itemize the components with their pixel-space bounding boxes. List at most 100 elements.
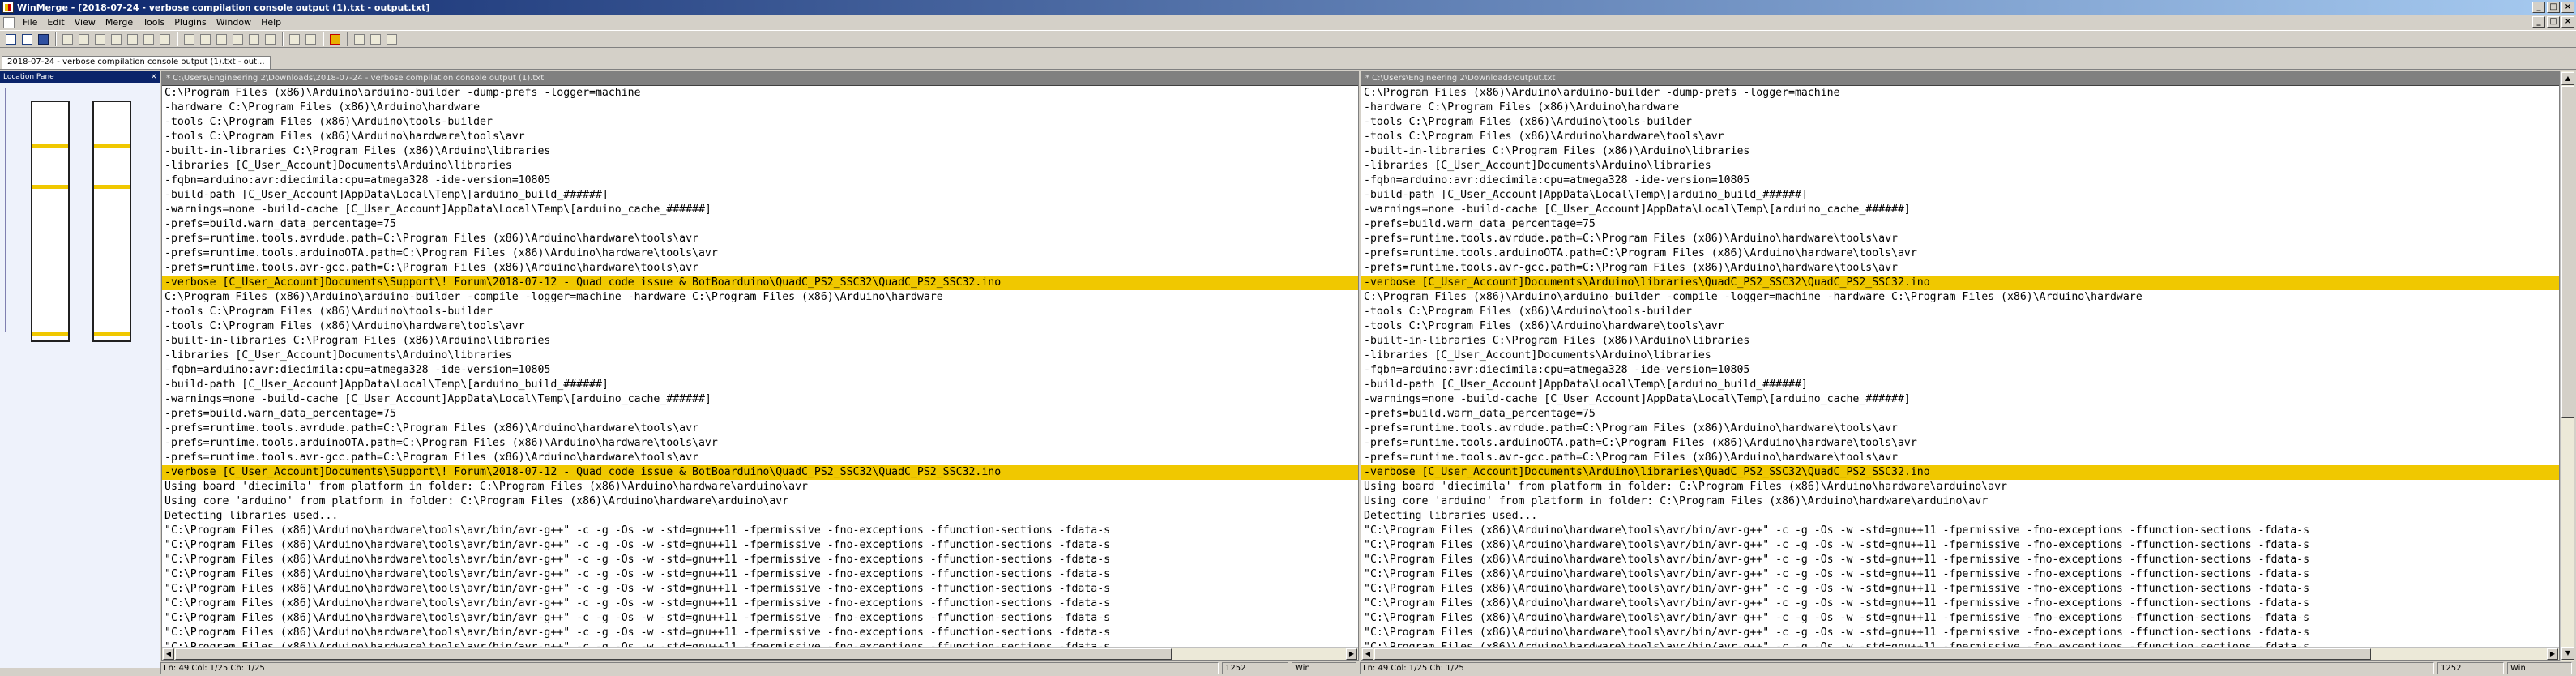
text-line[interactable]: -hardware C:\Program Files (x86)\Arduino… xyxy=(162,101,1358,115)
save-icon[interactable] xyxy=(36,32,50,46)
text-line[interactable]: -prefs=runtime.tools.arduinoOTA.path=C:\… xyxy=(162,436,1358,451)
menu-window[interactable]: Window xyxy=(211,17,256,28)
menu-help[interactable]: Help xyxy=(256,17,286,28)
scroll-thumb[interactable] xyxy=(175,648,1172,660)
text-line[interactable]: -warnings=none -build-cache [C_User_Acco… xyxy=(1361,203,2559,217)
left-text-area[interactable]: C:\Program Files (x86)\Arduino\arduino-b… xyxy=(162,86,1358,647)
text-line[interactable]: -build-path [C_User_Account]AppData\Loca… xyxy=(162,378,1358,392)
maximize-button[interactable]: □ xyxy=(2547,2,2560,13)
diff-line[interactable]: -verbose [C_User_Account]Documents\Suppo… xyxy=(162,276,1358,290)
copy-left-icon[interactable] xyxy=(198,32,212,46)
menu-tools[interactable]: Tools xyxy=(138,17,169,28)
text-line[interactable]: -tools C:\Program Files (x86)\Arduino\ha… xyxy=(162,319,1358,334)
text-line[interactable]: -tools C:\Program Files (x86)\Arduino\ha… xyxy=(162,130,1358,144)
mdi-minimize-button[interactable]: _ xyxy=(2532,16,2545,28)
text-line[interactable]: -prefs=runtime.tools.avr-gcc.path=C:\Pro… xyxy=(162,451,1358,465)
menu-plugins[interactable]: Plugins xyxy=(169,17,211,28)
undo-icon[interactable] xyxy=(60,32,75,46)
location-map[interactable] xyxy=(0,83,160,668)
current-diff-icon[interactable] xyxy=(125,32,139,46)
text-line[interactable]: -warnings=none -build-cache [C_User_Acco… xyxy=(1361,392,2559,407)
mdi-close-button[interactable]: × xyxy=(2561,16,2574,28)
text-line[interactable]: -tools C:\Program Files (x86)\Arduino\to… xyxy=(162,115,1358,130)
scroll-thumb[interactable] xyxy=(2561,86,2574,418)
diff-marker[interactable] xyxy=(32,185,68,189)
text-line[interactable]: -warnings=none -build-cache [C_User_Acco… xyxy=(162,203,1358,217)
text-line[interactable]: "C:\Program Files (x86)\Arduino\hardware… xyxy=(162,524,1358,538)
all-right-icon[interactable] xyxy=(246,32,261,46)
scroll-up-arrow-icon[interactable]: ▲ xyxy=(2561,72,2574,85)
text-line[interactable]: "C:\Program Files (x86)\Arduino\hardware… xyxy=(1361,640,2559,647)
vertical-scrollbar[interactable]: ▲ ▼ xyxy=(2560,71,2574,661)
diff-line[interactable]: -verbose [C_User_Account]Documents\Ardui… xyxy=(1361,465,2559,480)
text-line[interactable]: -libraries [C_User_Account]Documents\Ard… xyxy=(162,349,1358,363)
copy-left-advance-icon[interactable] xyxy=(230,32,245,46)
text-line[interactable]: -fqbn=arduino:avr:diecimila:cpu=atmega32… xyxy=(1361,363,2559,378)
text-line[interactable]: -fqbn=arduino:avr:diecimila:cpu=atmega32… xyxy=(1361,173,2559,188)
copy-right-icon[interactable] xyxy=(182,32,196,46)
redo-icon[interactable] xyxy=(76,32,91,46)
text-line[interactable]: "C:\Program Files (x86)\Arduino\hardware… xyxy=(162,567,1358,582)
close-button[interactable]: × xyxy=(2561,2,2574,13)
scroll-left-arrow-icon[interactable]: ◀ xyxy=(163,648,174,660)
location-pane-close-icon[interactable]: × xyxy=(151,71,157,83)
menu-edit[interactable]: Edit xyxy=(42,17,69,28)
text-line[interactable]: -build-path [C_User_Account]AppData\Loca… xyxy=(1361,378,2559,392)
text-line[interactable]: "C:\Program Files (x86)\Arduino\hardware… xyxy=(1361,582,2559,597)
menu-view[interactable]: View xyxy=(70,17,100,28)
text-line[interactable]: "C:\Program Files (x86)\Arduino\hardware… xyxy=(162,640,1358,647)
winmerge-app-icon[interactable] xyxy=(2,2,14,13)
scroll-left-arrow-icon[interactable]: ◀ xyxy=(1362,648,1373,660)
text-line[interactable]: -prefs=runtime.tools.avrdude.path=C:\Pro… xyxy=(162,232,1358,246)
diff-marker[interactable] xyxy=(32,144,68,148)
diff-marker[interactable] xyxy=(32,332,68,336)
text-line[interactable]: -prefs=runtime.tools.arduinoOTA.path=C:\… xyxy=(1361,436,2559,451)
left-horizontal-scrollbar[interactable]: ◀ ▶ xyxy=(162,647,1358,660)
menu-file[interactable]: File xyxy=(18,17,42,28)
diff-marker[interactable] xyxy=(94,332,130,336)
text-line[interactable]: "C:\Program Files (x86)\Arduino\hardware… xyxy=(1361,626,2559,640)
text-line[interactable]: -libraries [C_User_Account]Documents\Ard… xyxy=(1361,159,2559,173)
text-line[interactable]: "C:\Program Files (x86)\Arduino\hardware… xyxy=(162,538,1358,553)
new-icon[interactable] xyxy=(3,32,18,46)
first-diff-icon[interactable] xyxy=(92,32,107,46)
diff-marker[interactable] xyxy=(94,144,130,148)
refresh-icon[interactable] xyxy=(287,32,301,46)
text-line[interactable]: -fqbn=arduino:avr:diecimila:cpu=atmega32… xyxy=(162,173,1358,188)
text-line[interactable]: -prefs=runtime.tools.avr-gcc.path=C:\Pro… xyxy=(1361,261,2559,276)
minimize-button[interactable]: _ xyxy=(2532,2,2545,13)
text-line[interactable]: "C:\Program Files (x86)\Arduino\hardware… xyxy=(162,553,1358,567)
diff-marker[interactable] xyxy=(94,185,130,189)
copy-right-advance-icon[interactable] xyxy=(214,32,229,46)
text-line[interactable]: Detecting libraries used... xyxy=(162,509,1358,524)
text-line[interactable]: "C:\Program Files (x86)\Arduino\hardware… xyxy=(1361,597,2559,611)
scroll-down-arrow-icon[interactable]: ▼ xyxy=(2561,647,2574,660)
text-line[interactable]: "C:\Program Files (x86)\Arduino\hardware… xyxy=(162,611,1358,626)
text-line[interactable]: -tools C:\Program Files (x86)\Arduino\to… xyxy=(1361,305,2559,319)
next-file-icon[interactable] xyxy=(368,32,382,46)
text-line[interactable]: -prefs=runtime.tools.avrdude.path=C:\Pro… xyxy=(1361,232,2559,246)
text-line[interactable]: C:\Program Files (x86)\Arduino\arduino-b… xyxy=(1361,86,2559,101)
text-line[interactable]: "C:\Program Files (x86)\Arduino\hardware… xyxy=(162,597,1358,611)
all-left-icon[interactable] xyxy=(263,32,277,46)
mdi-restore-button[interactable]: □ xyxy=(2547,16,2560,28)
document-tab[interactable]: 2018-07-24 - verbose compilation console… xyxy=(2,56,271,69)
text-line[interactable]: -libraries [C_User_Account]Documents\Ard… xyxy=(1361,349,2559,363)
text-line[interactable]: -tools C:\Program Files (x86)\Arduino\ha… xyxy=(1361,130,2559,144)
text-line[interactable]: "C:\Program Files (x86)\Arduino\hardware… xyxy=(1361,538,2559,553)
text-line[interactable]: C:\Program Files (x86)\Arduino\arduino-b… xyxy=(162,86,1358,101)
text-line[interactable]: -tools C:\Program Files (x86)\Arduino\ha… xyxy=(1361,319,2559,334)
text-line[interactable]: -prefs=runtime.tools.avrdude.path=C:\Pro… xyxy=(1361,421,2559,436)
text-line[interactable]: -prefs=build.warn_data_percentage=75 xyxy=(1361,407,2559,421)
text-line[interactable]: -warnings=none -build-cache [C_User_Acco… xyxy=(162,392,1358,407)
text-line[interactable]: -prefs=runtime.tools.avr-gcc.path=C:\Pro… xyxy=(162,261,1358,276)
text-line[interactable]: "C:\Program Files (x86)\Arduino\hardware… xyxy=(1361,553,2559,567)
text-line[interactable]: -prefs=build.warn_data_percentage=75 xyxy=(1361,217,2559,232)
location-pane-icon[interactable] xyxy=(327,32,342,46)
last-diff-icon[interactable] xyxy=(157,32,172,46)
scroll-thumb[interactable] xyxy=(1374,648,2371,660)
right-horizontal-scrollbar[interactable]: ◀ ▶ xyxy=(1361,647,2559,660)
text-line[interactable]: -prefs=runtime.tools.avr-gcc.path=C:\Pro… xyxy=(1361,451,2559,465)
scroll-right-arrow-icon[interactable]: ▶ xyxy=(1346,648,1357,660)
text-line[interactable]: "C:\Program Files (x86)\Arduino\hardware… xyxy=(1361,567,2559,582)
